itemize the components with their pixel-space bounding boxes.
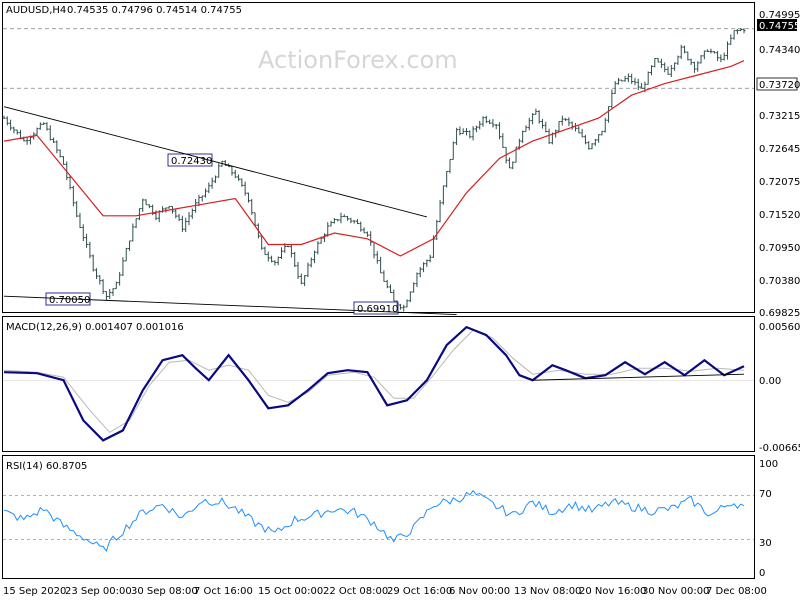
x-tick-label: 15 Oct 00:00 [258,586,323,597]
macd-tick-label: 0.00 [759,376,781,387]
annotation-label: 0.69910 [357,304,398,315]
rsi-title: RSI(14) 60.8705 [6,461,87,472]
rsi-tick-label: 70 [759,489,772,500]
x-tick-label: 6 Nov 00:00 [449,586,510,597]
macd-tick-label: 0.005607 [759,322,800,333]
price-tick-label: 0.73215 [759,111,800,122]
x-tick-label: 22 Oct 08:00 [323,586,388,597]
x-tick-label: 30 Nov 00:00 [642,586,709,597]
price-tick-label: 0.70950 [759,243,800,254]
rsi-tick-label: 0 [759,568,765,579]
macd-tick-label: -0.006656 [759,443,800,454]
x-tick-label: 15 Sep 2020 [3,586,66,597]
x-tick-label: 7 Dec 08:00 [706,586,767,597]
price-tick-label: 0.72075 [759,177,800,188]
rsi-tick-label: 100 [759,459,778,470]
forex-chart: AUDUSD,H4 0.74535 0.74796 0.74514 0.7475… [0,0,800,600]
price-tick-label: 0.69825 [759,308,800,319]
price-tick-label: 0.71520 [759,210,800,221]
ohlc-readout: 0.74535 0.74796 0.74514 0.74755 [67,5,242,16]
annotation-label: 0.72430 [171,156,212,167]
macd-title: MACD(12,26,9) 0.001407 0.001016 [6,322,184,333]
annotation-label: 0.70050 [49,295,90,306]
chart-canvas: AUDUSD,H4 0.74535 0.74796 0.74514 0.7475… [0,0,800,600]
price-tick-label: 0.74340 [759,45,800,56]
x-tick-label: 29 Oct 16:00 [387,586,452,597]
x-tick-label: 7 Oct 16:00 [194,586,253,597]
rsi-tick-label: 30 [759,538,772,549]
price-tick-label: 0.72645 [759,144,800,155]
level-label: 0.73720 [759,80,800,91]
x-tick-label: 13 Nov 08:00 [514,586,581,597]
x-tick-label: 20 Nov 16:00 [579,586,646,597]
price-tick-label: 0.70380 [759,276,800,287]
chart-background [0,0,800,600]
x-tick-label: 30 Sep 08:00 [131,586,198,597]
watermark: ActionForex.com [258,46,458,74]
symbol-label: AUDUSD,H4 [6,5,66,16]
x-tick-label: 23 Sep 00:00 [65,586,132,597]
current-price-label: 0.74755 [759,21,800,32]
